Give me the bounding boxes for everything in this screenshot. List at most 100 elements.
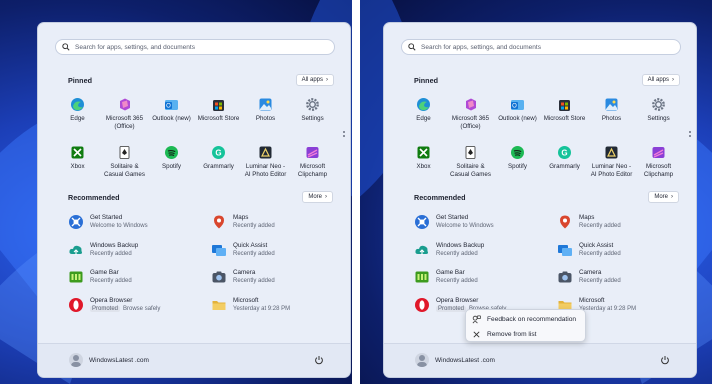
- user-account[interactable]: WindowsLatest .com: [69, 353, 149, 367]
- recommended-item-maps[interactable]: Maps Recently added: [557, 214, 621, 230]
- recommended-subtitle: Recently added: [233, 223, 275, 229]
- pinned-app-label: Spotify: [508, 163, 527, 170]
- start-footer: WindowsLatest .com: [38, 343, 350, 377]
- solitaire-icon: [119, 146, 130, 159]
- avatar: [69, 353, 83, 367]
- svg-text:O: O: [166, 104, 171, 110]
- pinned-app-label: Photos: [255, 115, 276, 122]
- office-icon: [466, 98, 476, 111]
- page-dots[interactable]: [689, 129, 692, 139]
- pinned-apps-grid: Edge Microsoft 365 (Office) O Outlook (new)…: [400, 97, 682, 187]
- svg-text:G: G: [215, 149, 221, 158]
- pinned-app-office[interactable]: Microsoft 365 (Office): [447, 97, 494, 139]
- recommended-item-get-started[interactable]: Get Started Welcome to Windows: [68, 214, 148, 230]
- edge-icon: [417, 98, 430, 111]
- search-placeholder: Search for apps, settings, and documents: [75, 43, 195, 51]
- recommended-heading: Recommended: [414, 193, 466, 202]
- pinned-app-photos[interactable]: Photos: [588, 97, 635, 139]
- recommended-item-folder[interactable]: Microsoft Yesterday at 9:28 PM: [211, 297, 290, 313]
- recommended-subtitle: Recently added: [579, 250, 621, 257]
- feedback-menu-item[interactable]: Feedback on recommendation: [472, 315, 576, 324]
- user-account[interactable]: WindowsLatest .com: [415, 353, 495, 367]
- search-box[interactable]: Search for apps, settings, and documents: [55, 39, 335, 55]
- pinned-app-store[interactable]: Microsoft Store: [195, 97, 242, 139]
- all-apps-button[interactable]: All apps ›: [641, 74, 680, 86]
- chevron-right-icon: ›: [326, 77, 328, 83]
- recommended-title: Windows Backup: [90, 241, 139, 249]
- recommended-item-gamebar[interactable]: Game Bar Recently added: [68, 269, 132, 285]
- pinned-app-grammarly[interactable]: G Grammarly: [541, 145, 588, 187]
- pinned-app-edge[interactable]: Edge: [400, 97, 447, 139]
- office-icon: [120, 98, 130, 111]
- context-menu: Feedback on recommendation Remove from l…: [465, 309, 586, 342]
- pinned-app-label: Spotify: [162, 163, 181, 170]
- recommended-item-gamebar[interactable]: Game Bar Recently added: [414, 269, 478, 285]
- pinned-app-clipchamp[interactable]: Microsoft Clipchamp: [289, 145, 336, 187]
- recommended-subtitle: Welcome to Windows: [436, 223, 494, 229]
- recommended-item-quick-assist[interactable]: Quick Assist Recently added: [211, 242, 275, 258]
- pinned-app-spotify[interactable]: Spotify: [494, 145, 541, 187]
- pinned-app-gear[interactable]: Settings: [635, 97, 682, 139]
- maps-icon: [214, 215, 224, 229]
- pinned-app-xbox[interactable]: Xbox: [54, 145, 101, 187]
- more-button[interactable]: More ›: [302, 191, 333, 203]
- search-box[interactable]: Search for apps, settings, and documents: [401, 39, 681, 55]
- pinned-app-xbox[interactable]: Xbox: [400, 145, 447, 187]
- more-label: More: [308, 194, 322, 200]
- pinned-app-grammarly[interactable]: G Grammarly: [195, 145, 242, 187]
- pinned-app-label: Solitaire & Casual Games: [104, 163, 145, 178]
- recommended-item-get-started[interactable]: Get Started Welcome to Windows: [414, 214, 494, 230]
- pinned-app-outlook[interactable]: O Outlook (new): [494, 97, 541, 139]
- gamebar-icon: [415, 271, 429, 283]
- recommended-item-opera[interactable]: Opera BrowserPromotedBrowse safely: [68, 297, 160, 313]
- luminar-icon: [259, 146, 272, 159]
- more-button[interactable]: More ›: [648, 191, 679, 203]
- quick-assist-icon: [212, 244, 226, 256]
- pinned-app-solitaire[interactable]: Solitaire & Casual Games: [447, 145, 494, 187]
- pinned-heading: Pinned: [414, 76, 438, 85]
- recommended-item-maps[interactable]: Maps Recently added: [211, 214, 275, 230]
- quick-assist-icon: [558, 244, 572, 256]
- pinned-app-label: Microsoft 365 (Office): [451, 115, 490, 130]
- pinned-app-edge[interactable]: Edge: [54, 97, 101, 139]
- remove-from-list-menu-item[interactable]: Remove from list: [472, 330, 536, 339]
- backup-icon: [69, 245, 82, 255]
- pinned-app-clipchamp[interactable]: Microsoft Clipchamp: [635, 145, 682, 187]
- pinned-app-spotify[interactable]: Spotify: [148, 145, 195, 187]
- pinned-app-label: Luminar Neo - AI Photo Editor: [244, 163, 287, 178]
- feedback-icon: [472, 315, 481, 324]
- page-dots[interactable]: [343, 129, 346, 139]
- recommended-title: Game Bar: [436, 269, 465, 276]
- gear-icon: [652, 98, 665, 111]
- pinned-app-outlook[interactable]: O Outlook (new): [148, 97, 195, 139]
- pinned-app-label: Microsoft Store: [543, 115, 586, 122]
- recommended-subtitle: Recently added: [233, 250, 275, 257]
- recommended-title: Get Started: [90, 214, 123, 221]
- recommended-item-quick-assist[interactable]: Quick Assist Recently added: [557, 242, 621, 258]
- all-apps-button[interactable]: All apps ›: [295, 74, 334, 86]
- chevron-right-icon: ›: [672, 77, 674, 83]
- power-icon[interactable]: [660, 355, 670, 365]
- recommended-item-backup[interactable]: Windows Backup Recently added: [68, 242, 138, 258]
- recommended-item-camera[interactable]: Camera Recently added: [211, 269, 275, 285]
- svg-text:G: G: [561, 149, 567, 158]
- clipchamp-icon: [652, 147, 665, 158]
- pinned-app-luminar[interactable]: Luminar Neo - AI Photo Editor: [242, 145, 289, 187]
- user-name: WindowsLatest .com: [89, 356, 149, 364]
- camera-icon: [212, 271, 226, 283]
- pinned-app-store[interactable]: Microsoft Store: [541, 97, 588, 139]
- pinned-app-luminar[interactable]: Luminar Neo - AI Photo Editor: [588, 145, 635, 187]
- pinned-app-label: Grammarly: [203, 163, 234, 170]
- pinned-app-photos[interactable]: Photos: [242, 97, 289, 139]
- recommended-title: Quick Assist: [233, 241, 268, 249]
- pinned-app-office[interactable]: Microsoft 365 (Office): [101, 97, 148, 139]
- power-icon[interactable]: [314, 355, 324, 365]
- pinned-heading: Pinned: [68, 76, 92, 85]
- pinned-app-gear[interactable]: Settings: [289, 97, 336, 139]
- recommended-item-backup[interactable]: Windows Backup Recently added: [414, 242, 484, 258]
- backup-icon: [415, 245, 428, 255]
- recommended-item-camera[interactable]: Camera Recently added: [557, 269, 621, 285]
- photos-icon: [259, 98, 272, 111]
- pinned-app-label: Grammarly: [549, 163, 580, 170]
- pinned-app-solitaire[interactable]: Solitaire & Casual Games: [101, 145, 148, 187]
